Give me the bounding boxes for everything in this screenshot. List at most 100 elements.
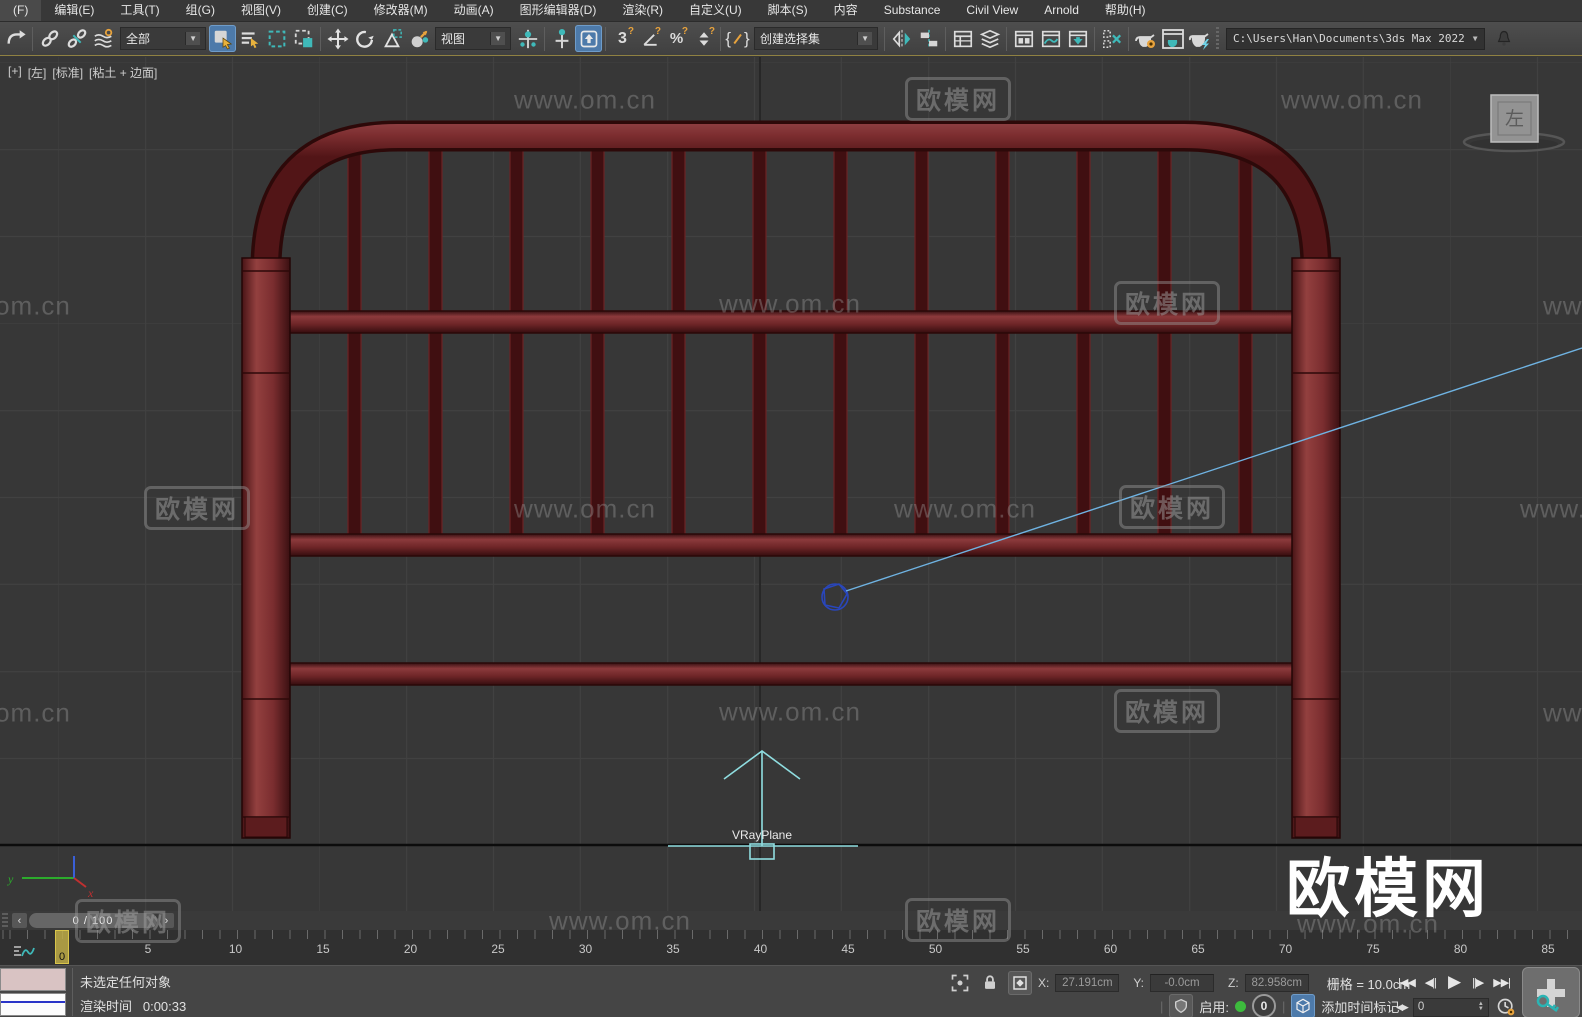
layer-explorer-icon[interactable]	[976, 25, 1003, 52]
menu-item-16[interactable]: 帮助(H)	[1092, 0, 1159, 21]
menu-item-6[interactable]: 修改器(M)	[361, 0, 441, 21]
macro-recorder-pane[interactable]	[0, 968, 66, 991]
3dsmax-window: (F) 编辑(E) 工具(T) 组(G) 视图(V) 创建(C) 修改器(M) 动画(A) 图形…	[0, 0, 1582, 1017]
frame-forward-button[interactable]: ›	[159, 913, 174, 928]
schematic-view-icon[interactable]	[1064, 25, 1091, 52]
menu-item-3[interactable]: 组(G)	[173, 0, 228, 21]
time-slider[interactable]: 0 / 100	[29, 913, 157, 928]
angle-snap-icon[interactable]: ?	[636, 25, 663, 52]
window-crossing-icon[interactable]	[290, 25, 317, 52]
ruler-tick-5: 5	[144, 942, 152, 956]
menu-item-1[interactable]: 编辑(E)	[41, 0, 107, 21]
track-bar[interactable]: 5 10 15 20 25 30 35 40 45 50 55 60 65 70 75 80 85 0	[0, 930, 1582, 966]
select-scale-icon[interactable]	[378, 25, 405, 52]
render-production-icon[interactable]	[1186, 25, 1213, 52]
viewport-menu-standard[interactable]: [标准]	[52, 64, 83, 81]
frame-back-button[interactable]: ‹	[12, 913, 27, 928]
toolbar-grip[interactable]	[2, 913, 8, 928]
spinner-snap-icon[interactable]: ?	[690, 25, 717, 52]
mirror-icon[interactable]	[888, 25, 915, 52]
snap-toggle-3d-icon[interactable]: 3?	[609, 25, 636, 52]
scene-states-icon[interactable]	[1098, 25, 1125, 52]
menu-item-4[interactable]: 视图(V)	[228, 0, 294, 21]
viewport-menu-pov[interactable]: [左]	[28, 64, 47, 81]
select-manipulate-icon[interactable]	[548, 25, 575, 52]
spinner-icon[interactable]: ▲ ▼	[1478, 1001, 1484, 1012]
menu-item-14[interactable]: Civil View	[953, 0, 1031, 21]
play-button[interactable]: ▶	[1441, 970, 1467, 994]
viewcube[interactable]: 左	[1462, 94, 1566, 153]
zero-badge[interactable]: 0	[1252, 994, 1277, 1017]
notification-bell-icon[interactable]	[1491, 25, 1518, 52]
menu-item-7[interactable]: 动画(A)	[441, 0, 507, 21]
use-pivot-center-icon[interactable]	[514, 25, 541, 52]
render-time-value: 0:00:33	[142, 999, 187, 1014]
keyboard-override-button[interactable]	[575, 25, 602, 52]
scene-explorer-icon[interactable]	[949, 25, 976, 52]
absolute-mode-toggle[interactable]	[1008, 971, 1032, 995]
helper-sphere	[821, 583, 849, 611]
x-coordinate-field[interactable]: 27.191cm	[1055, 974, 1120, 992]
go-to-end-button[interactable]: ▶▶|	[1488, 970, 1515, 994]
select-place-icon[interactable]	[405, 25, 432, 52]
select-object-button[interactable]	[209, 25, 236, 52]
current-frame-marker[interactable]: 0	[55, 930, 69, 964]
named-selection-sets-icon[interactable]: {}	[724, 25, 751, 52]
menu-item-10[interactable]: 自定义(U)	[676, 0, 755, 21]
curve-editor-icon[interactable]	[1037, 25, 1064, 52]
set-key-button[interactable]	[1522, 967, 1580, 1017]
previous-frame-button[interactable]: ◀||	[1420, 970, 1441, 994]
z-coordinate-field[interactable]: 82.958cm	[1244, 974, 1309, 992]
menu-item-9[interactable]: 渲染(R)	[609, 0, 676, 21]
select-rotate-icon[interactable]	[351, 25, 378, 52]
menu-item-15[interactable]: Arnold	[1031, 0, 1092, 21]
reference-coordinate-dropdown[interactable]: 视图 ▼	[435, 27, 511, 50]
link-icon[interactable]	[36, 25, 63, 52]
align-icon[interactable]	[915, 25, 942, 52]
ruler-tick-40: 40	[753, 942, 768, 956]
isolate-selection-icon[interactable]	[948, 971, 972, 995]
current-frame-field[interactable]: 0 ▲ ▼	[1412, 997, 1489, 1017]
vray-plane-label: VRayPlane	[732, 828, 792, 842]
menu-bar: (F) 编辑(E) 工具(T) 组(G) 视图(V) 创建(C) 修改器(M) 动画(A) 图形…	[0, 0, 1582, 22]
key-mode-toggle[interactable]: ◀▶	[1396, 1002, 1409, 1013]
menu-item-8[interactable]: 图形编辑器(D)	[507, 0, 610, 21]
y-coordinate-field[interactable]: -0.0cm	[1150, 974, 1215, 992]
project-path-field[interactable]: C:\Users\Han\Documents\3ds Max 2022 ▼	[1226, 27, 1485, 50]
render-setup-icon[interactable]	[1159, 25, 1186, 52]
shield-icon[interactable]	[1169, 994, 1194, 1017]
bind-spacewarp-icon[interactable]	[90, 25, 117, 52]
viewport-menu-shading[interactable]: [粘土 + 边面]	[89, 64, 157, 81]
unlink-icon[interactable]	[63, 25, 90, 52]
selection-lock-icon[interactable]	[978, 971, 1002, 995]
viewport-menu-general[interactable]: [+]	[8, 64, 22, 81]
select-move-icon[interactable]	[324, 25, 351, 52]
menu-item-5[interactable]: 创建(C)	[294, 0, 361, 21]
percent-snap-icon[interactable]: %?	[663, 25, 690, 52]
ruler-tick-65: 65	[1191, 942, 1205, 956]
mini-curve-editor-button[interactable]	[10, 942, 38, 962]
maxscript-listener-pane[interactable]	[0, 993, 66, 1016]
menu-item-13[interactable]: Substance	[871, 0, 954, 21]
select-by-name-icon[interactable]	[236, 25, 263, 52]
viewport-left[interactable]: [+] [左] [标准] [粘土 + 边面] VRayPlane 左 y x	[0, 57, 1582, 911]
go-to-start-button[interactable]: |◀◀	[1393, 970, 1420, 994]
time-tag-cube-icon[interactable]	[1291, 994, 1316, 1017]
render-time: 渲染时间 0:00:33	[80, 996, 186, 1015]
selection-filter-dropdown[interactable]: 全部 ▼	[120, 27, 206, 50]
redo-icon[interactable]	[2, 25, 29, 52]
selection-set-dropdown[interactable]: 创建选择集 ▼	[754, 27, 878, 50]
time-configuration-icon[interactable]	[1494, 995, 1518, 1017]
axis-y-label: y	[7, 872, 14, 886]
menu-item-2[interactable]: 工具(T)	[107, 0, 172, 21]
next-frame-button[interactable]: ||▶	[1467, 970, 1488, 994]
ribbon-toggle-icon[interactable]	[1010, 25, 1037, 52]
add-time-tag[interactable]: 添加时间标记	[1321, 997, 1399, 1016]
menu-item-12[interactable]: 内容	[821, 0, 871, 21]
material-editor-icon[interactable]	[1132, 25, 1159, 52]
reference-coordinate-value: 视图	[441, 32, 466, 46]
selection-region-icon[interactable]	[263, 25, 290, 52]
menu-item-0[interactable]: (F)	[0, 0, 42, 21]
ruler-tick-85: 85	[1541, 942, 1555, 956]
menu-item-11[interactable]: 脚本(S)	[755, 0, 821, 21]
